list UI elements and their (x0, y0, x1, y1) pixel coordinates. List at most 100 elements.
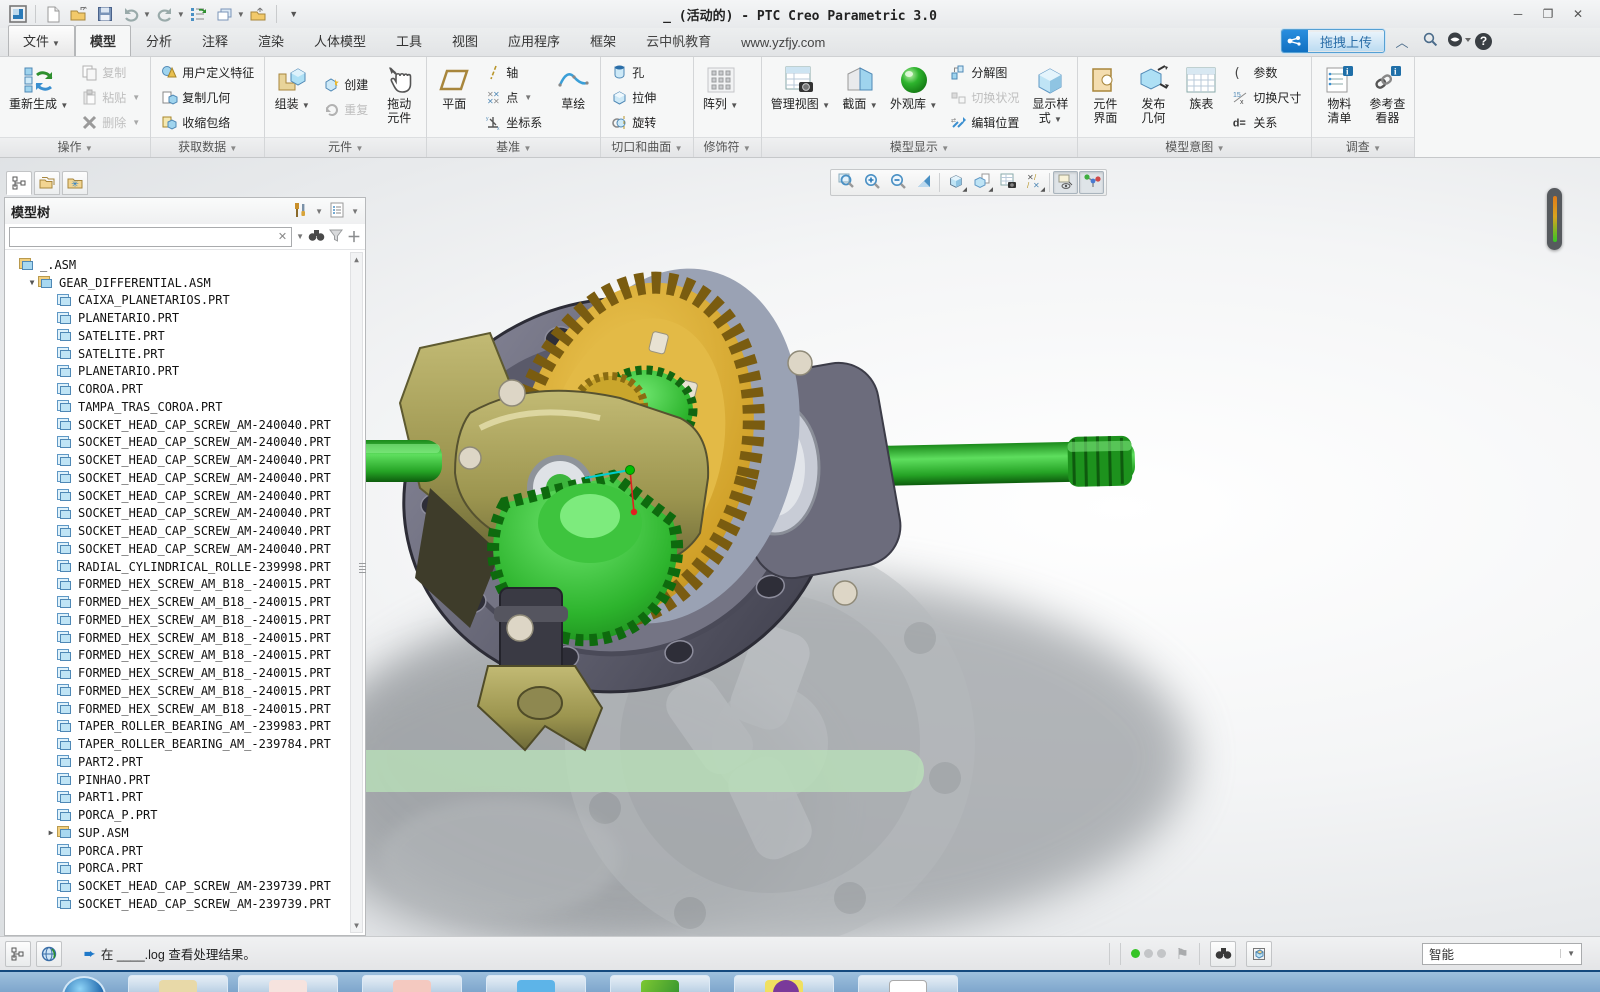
scroll-up-icon[interactable]: ▲ (351, 253, 362, 266)
tab-2[interactable]: 注释 (187, 25, 243, 56)
ribbon-button-管理视图[interactable]: 管理视图 ▼ (766, 59, 835, 135)
tree-item[interactable]: FORMED_HEX_SCREW_AM_B18_-240015.PRT (7, 611, 349, 629)
tree-item[interactable]: FORMED_HEX_SCREW_AM_B18_-240015.PRT (7, 647, 349, 665)
ribbon-button-复制几何[interactable]: 复制几何 (157, 85, 258, 109)
ribbon-button-编辑位置[interactable]: ⇄ 编辑位置 (946, 110, 1023, 134)
find-button[interactable] (1210, 940, 1236, 967)
notification-flag-icon[interactable]: ⚑ (1176, 945, 1189, 963)
ribbon-button-重复[interactable]: 重复 (319, 98, 372, 122)
group-label-模型意图[interactable]: 模型意图 ▼ (1078, 137, 1312, 157)
ribbon-button-点[interactable]: ✕ ✕ ✕ ✕ 点 ▼ (481, 85, 546, 109)
collapse-ribbon-icon[interactable]: ︿ (1391, 32, 1413, 51)
tree-item[interactable]: PORCA.PRT (7, 842, 349, 860)
tree-item[interactable]: FORMED_HEX_SCREW_AM_B18_-240015.PRT (7, 629, 349, 647)
expand-open-icon[interactable]: ▼ (26, 278, 38, 287)
window-switch-icon[interactable] (213, 3, 237, 25)
view-manager-button[interactable] (995, 171, 1020, 194)
tree-item[interactable]: FORMED_HEX_SCREW_AM_B18_-240015.PRT (7, 682, 349, 700)
tab-7[interactable]: 应用程序 (493, 25, 575, 56)
windows-taskbar[interactable] (0, 970, 1600, 992)
find-binoculars-icon[interactable] (308, 229, 325, 245)
open-folder-icon[interactable] (67, 3, 91, 25)
group-label-操作[interactable]: 操作 ▼ (0, 137, 151, 157)
tree-item[interactable]: SOCKET_HEAD_CAP_SCREW_AM-240040.PRT (7, 522, 349, 540)
tree-item[interactable]: TAPER_ROLLER_BEARING_AM_-239983.PRT (7, 718, 349, 736)
refit-button[interactable] (833, 171, 858, 194)
taskbar-item[interactable] (238, 975, 338, 992)
tree-item[interactable]: SOCKET_HEAD_CAP_SCREW_AM-240040.PRT (7, 451, 349, 469)
cloud-upload-button[interactable]: 拖拽上传 (1280, 29, 1385, 53)
ribbon-button-族表[interactable]: 族表 (1178, 59, 1224, 135)
view-speed-widget[interactable] (1547, 188, 1562, 250)
tree-item[interactable]: _.ASM (7, 256, 349, 274)
tree-display-caret-icon[interactable]: ▼ (351, 207, 359, 216)
tree-search-box[interactable]: ✕ (9, 226, 293, 247)
repaint-button[interactable] (911, 171, 936, 194)
scroll-down-icon[interactable]: ▼ (351, 919, 362, 932)
tab-1[interactable]: 分析 (131, 25, 187, 56)
tree-settings-icon[interactable] (291, 202, 309, 221)
group-label-基准[interactable]: 基准 ▼ (427, 137, 601, 157)
tree-item[interactable]: PORCA.PRT (7, 860, 349, 878)
ribbon-button-创建[interactable]: 创建 (319, 73, 372, 97)
tree-item[interactable]: PART2.PRT (7, 753, 349, 771)
app-logo-icon[interactable] (6, 3, 30, 25)
taskbar-item[interactable] (362, 975, 462, 992)
taskbar-item[interactable] (610, 975, 710, 992)
model-tree-tab[interactable] (6, 171, 32, 195)
group-label-获取数据[interactable]: 获取数据 ▼ (151, 137, 265, 157)
tree-item[interactable]: FORMED_HEX_SCREW_AM_B18_-240015.PRT (7, 593, 349, 611)
tree-item[interactable]: PLANETARIO.PRT (7, 363, 349, 381)
tree-item[interactable]: PINHAO.PRT (7, 771, 349, 789)
display-style-button[interactable]: ◢ (943, 171, 968, 194)
tab-5[interactable]: 工具 (381, 25, 437, 56)
ribbon-button-显示样式[interactable]: 显示样 式 ▼ (1027, 59, 1073, 135)
tree-item[interactable]: SOCKET_HEAD_CAP_SCREW_AM-240040.PRT (7, 487, 349, 505)
ribbon-button-截面[interactable]: 截面 ▼ (837, 59, 883, 135)
expand-closed-icon[interactable]: ▶ (45, 828, 57, 837)
ribbon-button-孔[interactable]: 孔 (607, 60, 660, 84)
tree-item[interactable]: PART1.PRT (7, 789, 349, 807)
search-history-caret-icon[interactable]: ▼ (296, 232, 304, 241)
tree-item[interactable]: SATELITE.PRT (7, 327, 349, 345)
ribbon-button-参考查看器[interactable]: i 参考查 看器 (1364, 59, 1410, 135)
datum-display-button[interactable]: ✕ / / ✕ ◢ (1021, 171, 1046, 194)
ribbon-button-拖动元件[interactable]: 拖动 元件 (376, 59, 422, 135)
ribbon-button-收缩包络[interactable]: 收缩包络 (157, 110, 258, 134)
ribbon-button-切换尺寸[interactable]: 15 x 切换尺寸 (1228, 85, 1305, 109)
filter-funnel-icon[interactable] (329, 229, 343, 245)
favorites-tab[interactable]: ✳ (62, 171, 88, 195)
tab-file[interactable]: 文件 ▼ (8, 25, 75, 56)
window-switch-icon-caret[interactable]: ▼ (237, 10, 245, 19)
clear-search-icon[interactable]: ✕ (278, 230, 287, 243)
annotation-display-button[interactable] (1053, 171, 1078, 194)
tree-item[interactable]: FORMED_HEX_SCREW_AM_B18_-240015.PRT (7, 576, 349, 594)
taskbar-item[interactable] (128, 975, 228, 992)
minimize-button[interactable]: ─ (1510, 7, 1526, 21)
tree-search-input[interactable] (14, 229, 278, 244)
folder-browser-tab[interactable] (34, 171, 60, 195)
ribbon-button-删除[interactable]: 删除 ▼ (77, 110, 144, 134)
tree-item[interactable]: SATELITE.PRT (7, 345, 349, 363)
tree-item[interactable]: CAIXA_PLANETARIOS.PRT (7, 292, 349, 310)
ribbon-button-重新生成[interactable]: 重新生成 ▼ (4, 59, 73, 135)
taskbar-item[interactable] (734, 975, 834, 992)
help-icon[interactable]: ? (1475, 32, 1492, 50)
redo-icon[interactable] (153, 3, 177, 25)
tree-scrollbar[interactable]: ▲ ▼ (350, 252, 363, 933)
ribbon-button-坐标系[interactable]: yx 坐标系 (481, 110, 546, 134)
group-label-调查[interactable]: 调查 ▼ (1312, 137, 1415, 157)
zoom-in-button[interactable] (859, 171, 884, 194)
save-icon[interactable] (93, 3, 117, 25)
regenerate-list-icon[interactable] (187, 3, 211, 25)
tree-item[interactable]: SOCKET_HEAD_CAP_SCREW_AM-240040.PRT (7, 540, 349, 558)
ribbon-button-轴[interactable]: 轴 (481, 60, 546, 84)
undo-icon-caret[interactable]: ▼ (143, 10, 151, 19)
tree-settings-caret-icon[interactable]: ▼ (315, 207, 323, 216)
saved-orientations-button[interactable]: ◢ (969, 171, 994, 194)
ribbon-button-组装[interactable]: 组装 ▼ (269, 59, 315, 135)
tree-item[interactable]: RADIAL_CYLINDRICAL_ROLLE-239998.PRT (7, 558, 349, 576)
tree-item[interactable]: ▶ SUP.ASM (7, 824, 349, 842)
zoom-out-button[interactable] (885, 171, 910, 194)
tree-item[interactable]: FORMED_HEX_SCREW_AM_B18_-240015.PRT (7, 700, 349, 718)
